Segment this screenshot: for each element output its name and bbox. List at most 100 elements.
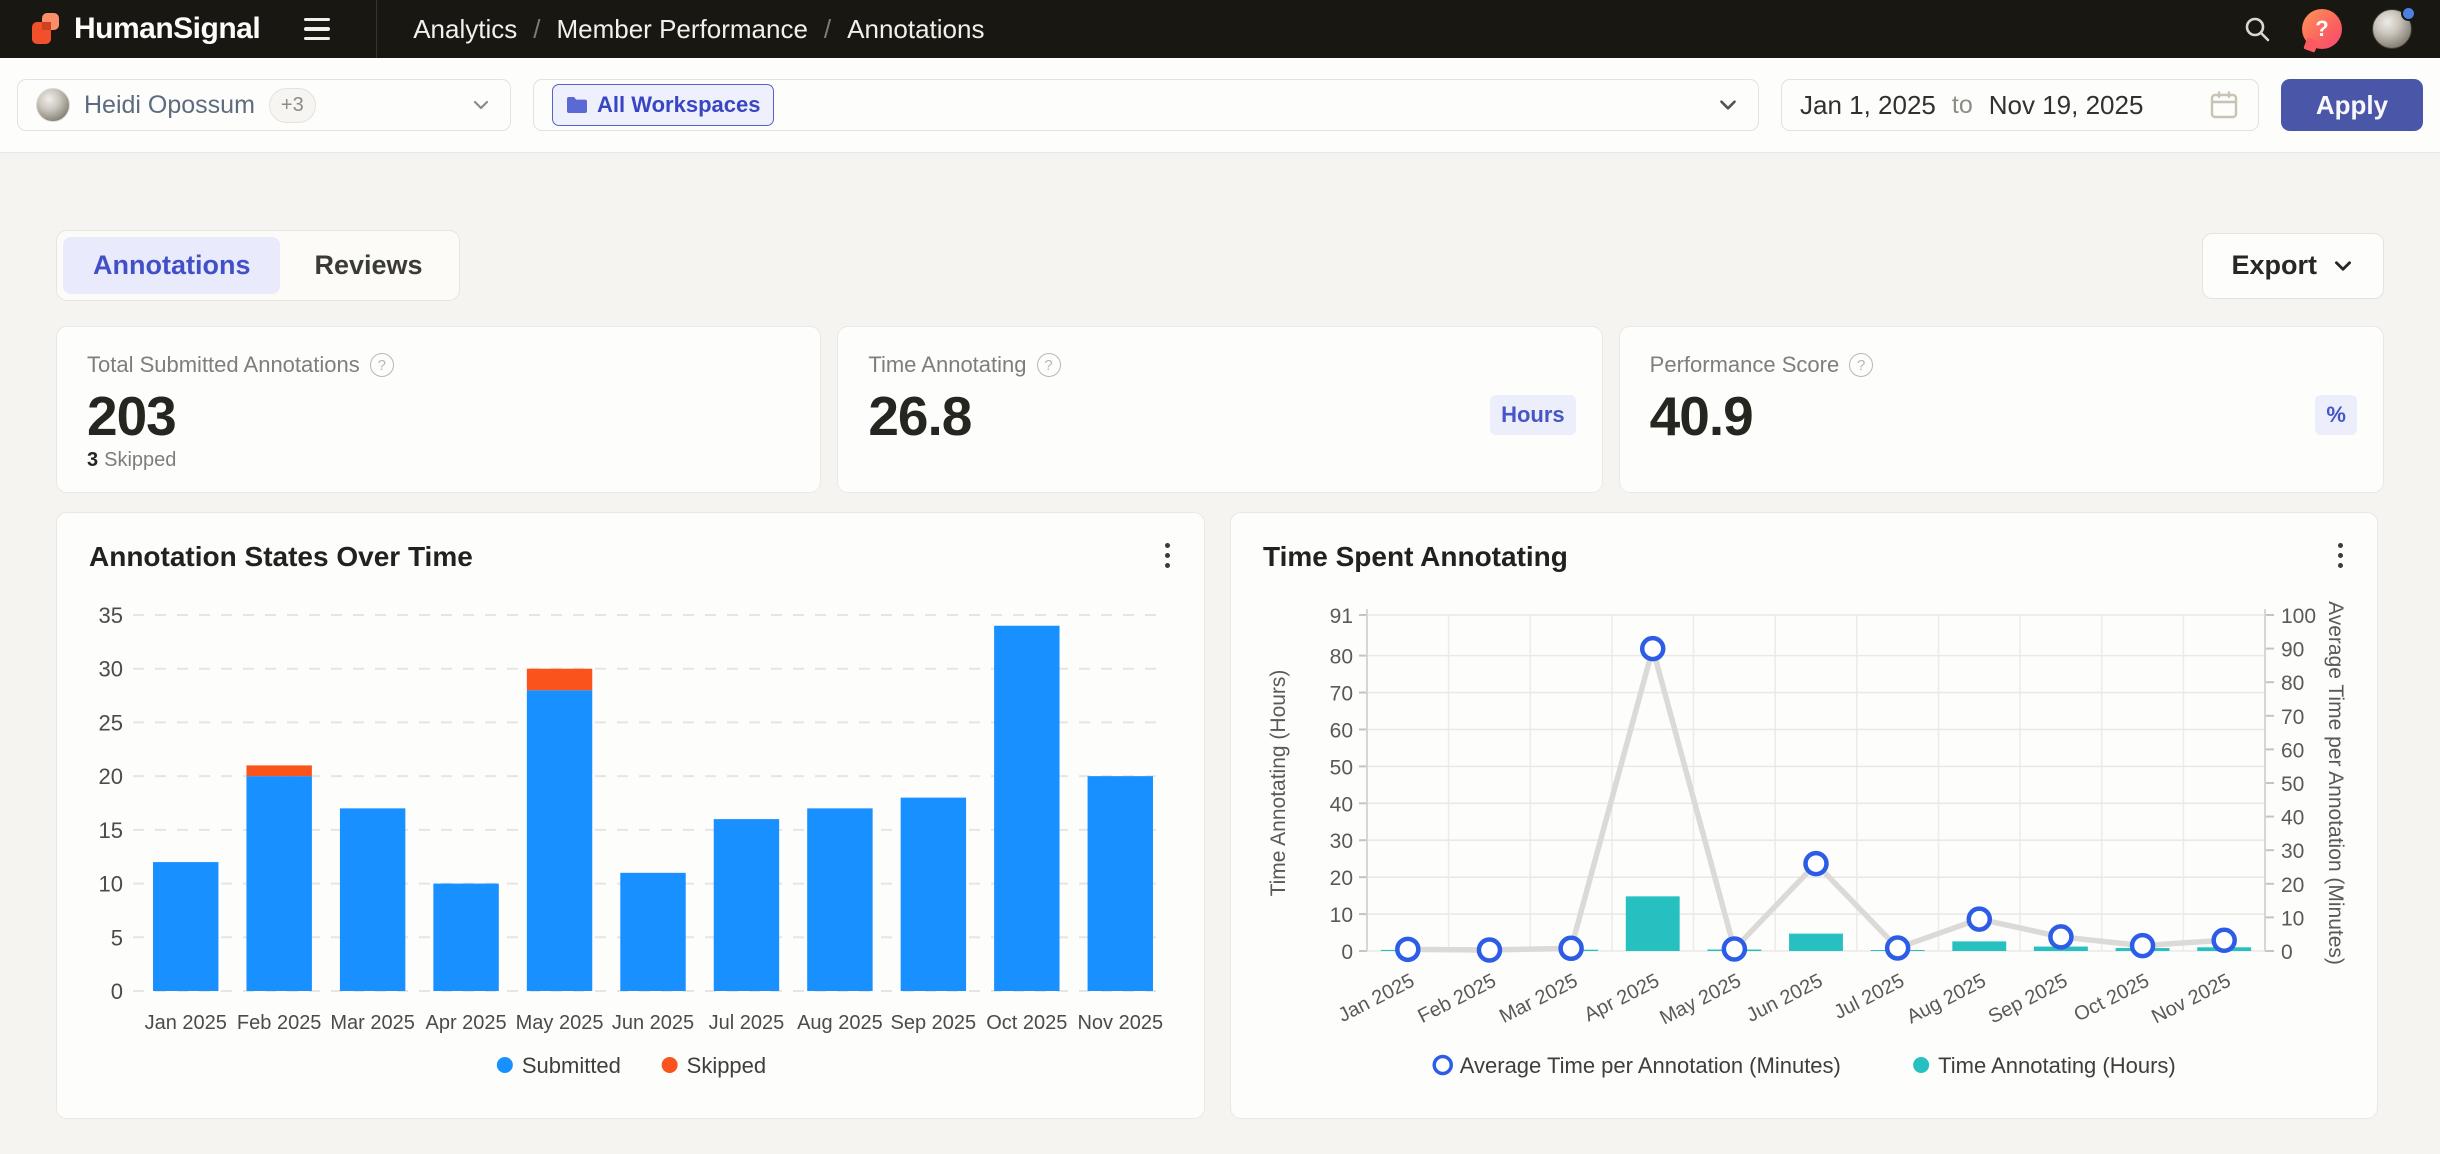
breadcrumb-analytics[interactable]: Analytics [413,14,517,45]
unit-badge-percent: % [2315,395,2357,435]
svg-text:60: 60 [1330,719,1353,742]
skipped-label: Skipped [104,449,176,471]
legend-item[interactable]: Skipped [662,1053,767,1078]
kebab-menu-icon[interactable] [2334,539,2347,572]
svg-text:Sep 2025: Sep 2025 [1985,970,2071,1028]
legend-item[interactable]: Submitted [497,1053,621,1078]
calendar-icon [2208,89,2240,121]
svg-text:Jan 2025: Jan 2025 [1335,970,1418,1027]
stat-label: Total Submitted Annotations [87,352,360,378]
svg-text:Mar 2025: Mar 2025 [1496,970,1581,1028]
svg-text:20: 20 [99,764,123,789]
stat-value: 203 [87,384,790,448]
unit-badge-hours: Hours [1490,395,1576,435]
all-workspaces-chip[interactable]: All Workspaces [552,84,774,126]
chevron-down-icon [470,94,492,116]
charts-row: Annotation States Over Time 051015202530… [56,512,2384,1119]
svg-text:Oct 2025: Oct 2025 [2071,970,2153,1026]
svg-text:91: 91 [1330,605,1353,628]
svg-text:60: 60 [2281,739,2304,762]
svg-text:Jul 2025: Jul 2025 [1831,970,1908,1024]
svg-text:Jan 2025: Jan 2025 [145,1012,227,1034]
svg-text:30: 30 [1330,830,1353,853]
stat-value: 26.8 [868,384,1571,448]
svg-text:25: 25 [99,710,123,735]
user-avatar[interactable] [2372,9,2412,49]
svg-text:30: 30 [2281,840,2304,863]
stats-row: Total Submitted Annotations ? 203 3 Skipp… [56,326,2384,493]
skipped-count: 3 [87,449,98,471]
stat-card-total-submitted: Total Submitted Annotations ? 203 3 Skipp… [56,326,821,493]
tab-reviews[interactable]: Reviews [284,237,452,294]
svg-text:Sep 2025: Sep 2025 [891,1012,977,1034]
legend-item[interactable]: Time Annotating (Hours) [1913,1053,2176,1078]
svg-text:Feb 2025: Feb 2025 [1414,970,1499,1028]
svg-text:10: 10 [2281,907,2304,930]
humansignal-logo[interactable]: HumanSignal [28,11,260,47]
stat-value: 40.9 [1650,384,2353,448]
breadcrumb-annotations[interactable]: Annotations [847,14,984,45]
svg-text:Aug 2025: Aug 2025 [1903,970,1989,1028]
svg-text:35: 35 [99,603,123,628]
workspace-select[interactable]: All Workspaces [533,79,1759,131]
chart-legend: Submitted Skipped [497,1053,766,1078]
svg-text:50: 50 [1330,756,1353,779]
svg-text:80: 80 [2281,672,2304,695]
svg-text:90: 90 [2281,639,2304,662]
hamburger-menu-icon[interactable] [300,12,334,47]
svg-text:Time Annotating (Hours): Time Annotating (Hours) [1267,670,1290,897]
svg-text:40: 40 [2281,807,2304,830]
svg-text:15: 15 [99,818,123,843]
humansignal-logo-icon [28,11,64,47]
date-range-picker[interactable]: Jan 1, 2025 to Nov 19, 2025 [1781,79,2259,131]
export-button[interactable]: Export [2202,233,2384,299]
date-to: Nov 19, 2025 [1989,90,2144,121]
svg-text:Apr 2025: Apr 2025 [1581,970,1663,1026]
stat-label: Time Annotating [868,352,1026,378]
svg-text:Skipped: Skipped [687,1053,767,1078]
top-navigation-bar: HumanSignal Analytics / Member Performan… [0,0,2440,58]
svg-text:0: 0 [2281,941,2293,964]
svg-text:20: 20 [1330,867,1353,890]
chevron-down-icon [1716,93,1740,117]
help-icon[interactable]: ? [2302,9,2342,49]
svg-text:Jun 2025: Jun 2025 [612,1012,694,1034]
time-spent-chart: 0102030405060708091010203040506070809010… [1263,581,2347,1086]
help-circle-icon[interactable]: ? [1849,353,1873,377]
svg-text:20: 20 [2281,874,2304,897]
member-avatar [36,88,70,122]
stat-card-performance-score: Performance Score ? 40.9 % [1619,326,2384,493]
help-circle-icon[interactable]: ? [1037,353,1061,377]
chart-time-spent: Time Spent Annotating 010203040506070809… [1230,512,2378,1119]
chart-annotation-states: Annotation States Over Time 051015202530… [56,512,1205,1119]
legend-item[interactable]: Average Time per Annotation (Minutes) [1434,1053,1841,1078]
search-icon[interactable] [2242,14,2272,44]
svg-text:0: 0 [1341,941,1353,964]
svg-text:Aug 2025: Aug 2025 [797,1012,883,1034]
svg-text:10: 10 [99,872,123,897]
svg-text:Feb 2025: Feb 2025 [237,1012,322,1034]
member-select[interactable]: Heidi Opossum +3 [17,79,511,131]
svg-text:0: 0 [111,979,123,1004]
breadcrumb: Analytics / Member Performance / Annotat… [413,14,984,45]
help-glyph: ? [2315,16,2328,42]
svg-text:80: 80 [1330,646,1353,669]
svg-text:50: 50 [2281,773,2304,796]
svg-text:Mar 2025: Mar 2025 [330,1012,415,1034]
date-join-label: to [1952,91,1973,120]
help-circle-icon[interactable]: ? [370,353,394,377]
tabs-row: Annotations Reviews Export [56,230,2384,301]
svg-text:30: 30 [99,657,123,682]
apply-button[interactable]: Apply [2281,79,2423,131]
member-name: Heidi Opossum [84,91,255,120]
breadcrumb-separator: / [824,14,831,45]
breadcrumb-member-performance[interactable]: Member Performance [556,14,807,45]
folder-icon [566,95,588,115]
status-dot [2401,6,2416,21]
svg-text:70: 70 [1330,683,1353,706]
svg-text:Jul 2025: Jul 2025 [709,1012,785,1034]
date-from: Jan 1, 2025 [1800,90,1936,121]
stat-footnote: 3 Skipped [87,449,176,472]
tab-annotations[interactable]: Annotations [63,237,280,294]
kebab-menu-icon[interactable] [1161,539,1174,572]
